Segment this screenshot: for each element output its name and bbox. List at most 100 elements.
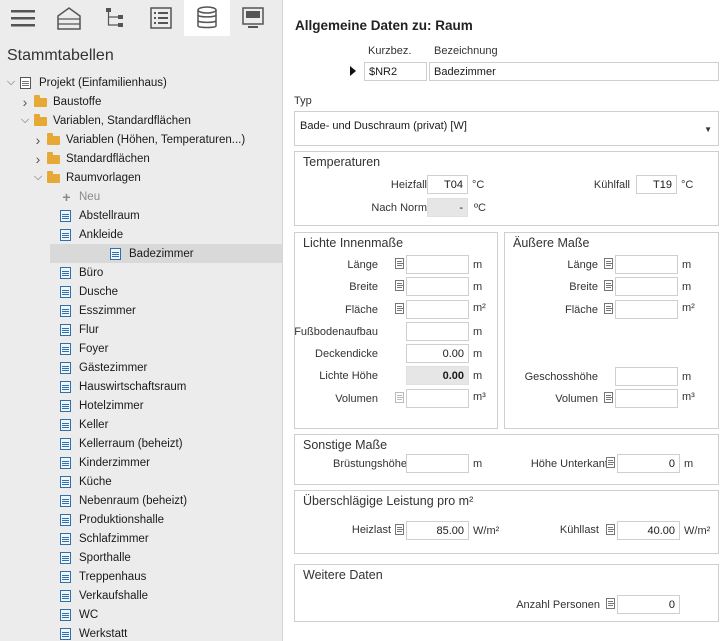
kuehlfall-input[interactable]: T19 (636, 175, 677, 194)
tree-item-label: Abstellraum (79, 209, 140, 222)
tree-item[interactable]: Badezimmer (50, 244, 282, 263)
tree-item[interactable]: Ankleide (0, 225, 282, 244)
lichte-volumen-input[interactable] (406, 389, 469, 408)
tree-item[interactable]: › Baustoffe (0, 92, 282, 111)
chevron-right-icon[interactable]: › (33, 149, 43, 168)
tree-item[interactable]: Küche (0, 472, 282, 491)
tree-item[interactable]: Nebenraum (beheizt) (0, 491, 282, 510)
tree-item[interactable]: › Standardflächen (0, 149, 282, 168)
chevron-down-icon[interactable]: ⌵ (33, 168, 43, 187)
tree-item[interactable]: Esszimmer (0, 301, 282, 320)
bruestungshoehe-input[interactable] (406, 454, 469, 473)
unterkante-input[interactable]: 0 (617, 454, 680, 473)
deckendicke-unit: m (473, 348, 483, 360)
document-icon (60, 361, 73, 374)
lichte-hoehe-input[interactable]: 0.00 (406, 366, 469, 385)
deckendicke-label: Deckendicke (315, 348, 378, 360)
tree-item[interactable]: ⌵ Variablen, Standardflächen (0, 111, 282, 130)
document-icon (60, 532, 73, 545)
tree-item[interactable]: Kinderzimmer (0, 453, 282, 472)
bezeichnung-input[interactable]: Badezimmer (429, 62, 719, 81)
calculator-icon[interactable] (395, 303, 404, 314)
typ-select[interactable]: Bade- und Duschraum (privat) [W] ▼ (294, 111, 719, 146)
tree-item[interactable]: Dusche (0, 282, 282, 301)
geschosshoehe-input[interactable] (615, 367, 678, 386)
tree-item[interactable]: Schlafzimmer (0, 529, 282, 548)
monitor-button[interactable] (230, 0, 276, 36)
kurzbez-input[interactable]: $NR2 (364, 62, 427, 81)
aeussere-laenge-input[interactable] (615, 255, 678, 274)
tree-item[interactable]: Treppenhaus (0, 567, 282, 586)
tree-item[interactable]: Büro (0, 263, 282, 282)
calculator-icon[interactable] (606, 524, 615, 535)
aeussere-flaeche-input[interactable] (615, 300, 678, 319)
tree-item[interactable]: Foyer (0, 339, 282, 358)
aeussere-volumen-input[interactable] (615, 389, 678, 408)
tree-item[interactable]: WC (0, 605, 282, 624)
tree-item[interactable]: Kellerraum (beheizt) (0, 434, 282, 453)
calculator-icon[interactable] (395, 392, 404, 403)
tree-item[interactable]: Gästezimmer (0, 358, 282, 377)
tree-item[interactable]: Werkstatt (0, 624, 282, 641)
chevron-right-icon[interactable]: › (20, 92, 30, 111)
anzahl-personen-input[interactable]: 0 (617, 595, 680, 614)
tree-item[interactable]: › Variablen (Höhen, Temperaturen...) (0, 130, 282, 149)
aeussere-volumen-unit: m³ (682, 391, 695, 403)
tree-item[interactable]: Hauswirtschaftsraum (0, 377, 282, 396)
deckendicke-input[interactable]: 0.00 (406, 344, 469, 363)
list-button[interactable] (138, 0, 184, 36)
calculator-icon[interactable] (395, 524, 404, 535)
chevron-right-icon[interactable]: › (33, 130, 43, 149)
calculator-icon[interactable] (606, 457, 615, 468)
tree-item-label: Ankleide (79, 228, 124, 241)
tree-item[interactable]: + Neu (0, 187, 282, 206)
calculator-icon[interactable] (604, 392, 613, 403)
nachnorm-unit: ºC (474, 202, 486, 214)
calculator-icon[interactable] (604, 280, 613, 291)
structure-button[interactable] (92, 0, 138, 36)
database-button[interactable] (184, 0, 230, 36)
tree-item-label: Hotelzimmer (79, 399, 144, 412)
aeussere-breite-input[interactable] (615, 277, 678, 296)
calculator-icon[interactable] (395, 258, 404, 269)
tree-item[interactable]: Abstellraum (0, 206, 282, 225)
heizfall-input[interactable]: T04 (427, 175, 468, 194)
tree-item[interactable]: Sporthalle (0, 548, 282, 567)
fussbodenaufbau-input[interactable] (406, 322, 469, 341)
calculator-icon[interactable] (604, 258, 613, 269)
lichte-breite-input[interactable] (406, 277, 469, 296)
kuehllast-input[interactable]: 40.00 (617, 521, 680, 540)
document-icon (60, 437, 73, 450)
heizlast-label: Heizlast (351, 524, 391, 536)
tree-item[interactable]: ⌵ Projekt (Einfamilienhaus) (0, 73, 282, 92)
calculator-icon[interactable] (604, 303, 613, 314)
kuehllast-label: Kühllast (559, 524, 599, 536)
building-button[interactable] (46, 0, 92, 36)
folder-icon (47, 151, 60, 165)
bezeichnung-label: Bezeichnung (434, 45, 498, 57)
menu-button[interactable] (0, 0, 46, 36)
lichte-laenge-input[interactable] (406, 255, 469, 274)
document-icon (60, 266, 73, 279)
tree-item[interactable]: Verkaufshalle (0, 586, 282, 605)
chevron-down-icon[interactable]: ⌵ (20, 111, 30, 130)
tree-item[interactable]: Keller (0, 415, 282, 434)
heizlast-input[interactable]: 85.00 (406, 521, 469, 540)
document-icon (60, 551, 73, 564)
nachnorm-input[interactable]: - (427, 198, 468, 217)
plus-icon: + (62, 188, 71, 205)
chevron-down-icon[interactable]: ⌵ (6, 73, 16, 92)
chevron-down-icon: ▼ (704, 125, 712, 134)
lichte-flaeche-input[interactable] (406, 300, 469, 319)
aeussere-laenge-unit: m (682, 259, 692, 271)
calculator-icon[interactable] (606, 598, 615, 609)
tree-item[interactable]: Flur (0, 320, 282, 339)
tree-item[interactable]: Produktionshalle (0, 510, 282, 529)
tree-item[interactable]: Hotelzimmer (0, 396, 282, 415)
tree-item[interactable]: ⌵ Raumvorlagen (0, 168, 282, 187)
project-icon (20, 76, 33, 89)
calculator-icon[interactable] (395, 280, 404, 291)
